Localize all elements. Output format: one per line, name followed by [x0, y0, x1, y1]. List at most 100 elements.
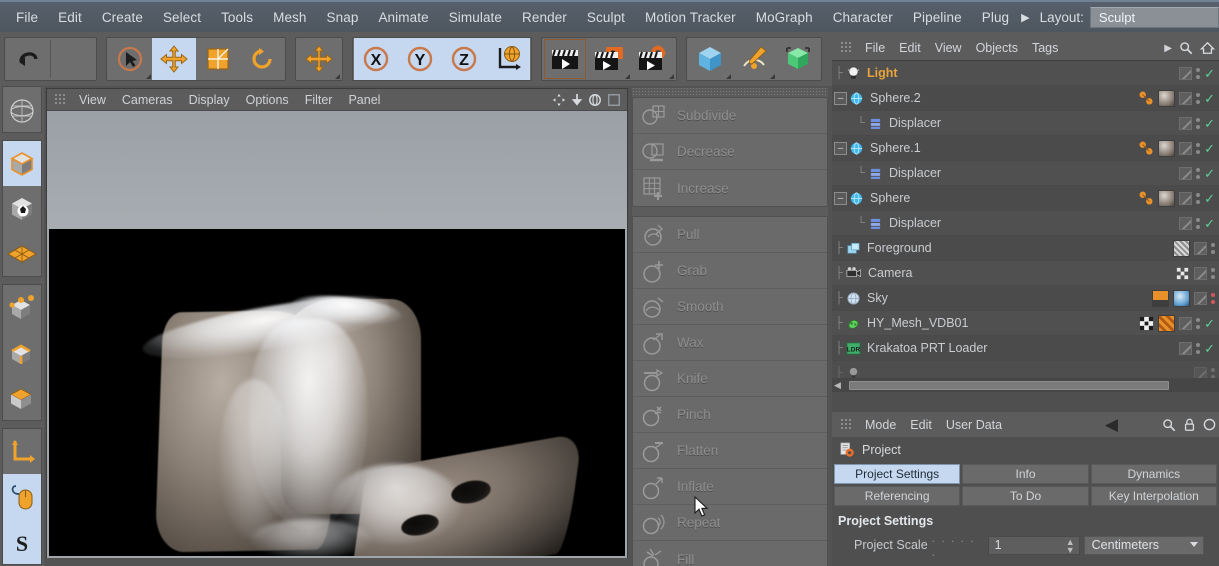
viewport-grip-icon[interactable]	[55, 93, 67, 106]
edges-mode-button[interactable]	[3, 330, 41, 375]
menu-item-edit[interactable]: Edit	[48, 6, 92, 29]
project-scale-input[interactable]: 1 ▲ ▼	[987, 535, 1080, 555]
sculpt-item-subdivide[interactable]: Subdivide	[633, 98, 827, 134]
add-spline-button[interactable]	[732, 38, 776, 80]
live-selection-button[interactable]	[108, 38, 152, 80]
visibility-toggle[interactable]	[1179, 142, 1193, 155]
attribute-menu-edit[interactable]: Edit	[903, 416, 939, 434]
table-row[interactable]: └ Displacer ✓	[832, 161, 1219, 186]
tab-project-settings[interactable]: Project Settings	[834, 464, 961, 484]
visibility-toggle[interactable]	[1179, 342, 1193, 355]
menu-item-select[interactable]: Select	[153, 6, 211, 29]
sculpt-item-smooth[interactable]: Smooth	[633, 289, 827, 325]
table-row[interactable]: – Sphere.1 ✓	[832, 136, 1219, 161]
menu-item-mesh[interactable]: Mesh	[263, 6, 316, 29]
layout-dropdown[interactable]: Sculpt	[1089, 6, 1219, 28]
expand-toggle[interactable]: –	[834, 191, 847, 205]
visibility-dots[interactable]	[1196, 218, 1201, 229]
menu-item-mograph[interactable]: MoGraph	[746, 6, 823, 29]
viewport-solo-button[interactable]	[3, 474, 41, 519]
enabled-check-icon[interactable]: ✓	[1204, 142, 1215, 155]
visibility-toggle[interactable]	[1179, 317, 1193, 330]
viewport-menu-view[interactable]: View	[71, 91, 114, 109]
visibility-dots[interactable]	[1196, 168, 1201, 179]
material-thumbnails[interactable]	[1138, 90, 1176, 107]
texture-axis-tool[interactable]	[3, 87, 41, 132]
menu-item-animate[interactable]: Animate	[368, 6, 438, 29]
table-row[interactable]: ├ Foreground	[832, 236, 1219, 261]
rotate-button[interactable]	[240, 38, 284, 80]
deformer-dot-icon[interactable]	[1138, 140, 1155, 157]
sculpt-item-flatten[interactable]: Flatten	[633, 433, 827, 469]
deformer-dot-icon[interactable]	[1138, 90, 1155, 107]
visibility-toggle[interactable]	[1179, 192, 1193, 205]
table-row[interactable]: – Sphere ✓	[832, 186, 1219, 211]
enabled-check-icon[interactable]: ✓	[1204, 167, 1215, 180]
lock-z-button[interactable]: Z	[442, 38, 486, 80]
menu-item-motion-tracker[interactable]: Motion Tracker	[635, 6, 746, 29]
visibility-dots[interactable]	[1196, 118, 1201, 129]
table-row[interactable]: ├ HY_Mesh_VDB01 ✓	[832, 311, 1219, 336]
menu-overflow-arrow-icon[interactable]: ▶	[1019, 11, 1035, 24]
visibility-toggle[interactable]	[1194, 242, 1207, 255]
visibility-toggle[interactable]	[1179, 167, 1193, 180]
visibility-toggle[interactable]	[1179, 117, 1193, 130]
menu-item-tools[interactable]: Tools	[211, 6, 263, 29]
material-thumbnails[interactable]	[1138, 190, 1176, 207]
checker-dot-icon[interactable]	[1175, 266, 1190, 281]
visibility-toggle[interactable]	[1194, 292, 1207, 305]
world-coordinates-button[interactable]	[486, 38, 530, 80]
table-row[interactable]: └ Displacer ✓	[832, 211, 1219, 236]
enabled-check-icon[interactable]: ✓	[1204, 192, 1215, 205]
undo-button[interactable]	[6, 38, 50, 80]
sculpt-item-pull[interactable]: Pull	[633, 217, 827, 253]
visibility-dots[interactable]	[1196, 68, 1201, 79]
object-manager-grip-icon[interactable]	[841, 42, 853, 54]
redo-button[interactable]	[51, 38, 95, 80]
menu-item-sculpt[interactable]: Sculpt	[577, 6, 635, 29]
menu-item-create[interactable]: Create	[92, 6, 153, 29]
lock-y-button[interactable]: Y	[398, 38, 442, 80]
tab-referencing[interactable]: Referencing	[834, 486, 961, 506]
menu-item-render[interactable]: Render	[512, 6, 577, 29]
table-row[interactable]: – Sphere.2 ✓	[832, 86, 1219, 111]
menu-item-plug[interactable]: Plug	[972, 6, 1019, 29]
viewport-canvas[interactable]	[47, 111, 627, 558]
enabled-check-icon[interactable]: ✓	[1204, 117, 1215, 130]
workplane-mode-button[interactable]	[3, 231, 41, 276]
snap-settings-button[interactable]: S	[3, 519, 41, 564]
menu-item-simulate[interactable]: Simulate	[439, 6, 512, 29]
attribute-manager-grip-icon[interactable]	[841, 418, 853, 431]
enabled-check-icon[interactable]: ✓	[1204, 342, 1215, 355]
sculpt-item-pinch[interactable]: Pinch	[633, 397, 827, 433]
polygons-mode-button[interactable]	[3, 375, 41, 420]
material-sky-icon[interactable]	[1173, 290, 1190, 307]
model-mode-button[interactable]	[3, 141, 41, 186]
material-rock-icon[interactable]	[1158, 140, 1176, 157]
enabled-check-icon[interactable]: ✓	[1204, 217, 1215, 230]
object-tree[interactable]: ├ Light ✓ – Sphere.2 ✓ └ Displacer ✓ – S…	[832, 60, 1219, 378]
object-manager-menu-view[interactable]: View	[928, 39, 969, 57]
table-row[interactable]: ├ Camera	[832, 261, 1219, 286]
object-manager-overflow-arrow-icon[interactable]: ▶	[1164, 43, 1172, 54]
visibility-toggle[interactable]	[1179, 67, 1193, 80]
sculpt-item-fill[interactable]: Fill	[633, 541, 827, 566]
tab-info[interactable]: Info	[962, 464, 1089, 484]
visibility-dots[interactable]	[1196, 343, 1201, 354]
visibility-dots[interactable]	[1211, 368, 1215, 378]
object-manager-menu-objects[interactable]: Objects	[969, 39, 1025, 57]
render-to-picture-viewer-button[interactable]	[587, 38, 631, 80]
material-orange-icon[interactable]	[1158, 315, 1176, 332]
move-alt-button[interactable]	[297, 38, 341, 80]
viewport-menu-options[interactable]: Options	[238, 91, 297, 109]
visibility-dots[interactable]	[1211, 268, 1215, 279]
checker-tag-icon[interactable]	[1139, 316, 1154, 331]
viewport-menu-panel[interactable]: Panel	[340, 91, 388, 109]
visibility-toggle[interactable]	[1179, 217, 1193, 230]
add-cube-button[interactable]	[688, 38, 732, 80]
sculpt-item-inflate[interactable]: Inflate	[633, 469, 827, 505]
visibility-dots[interactable]	[1196, 318, 1201, 329]
search-icon[interactable]	[1162, 418, 1176, 432]
sculpt-item-increase[interactable]: Increase	[633, 170, 827, 206]
object-manager-menu-edit[interactable]: Edit	[892, 39, 928, 57]
